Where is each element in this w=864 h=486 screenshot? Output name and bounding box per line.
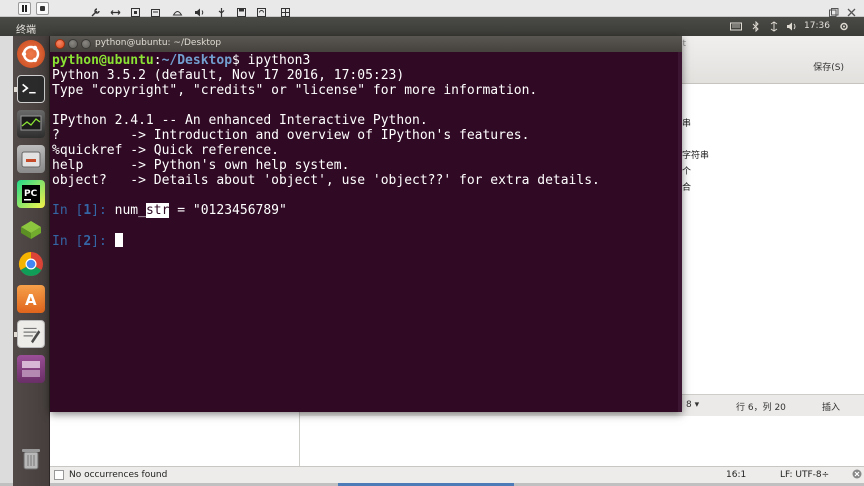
capture-icon[interactable] xyxy=(130,3,141,17)
background-left-pane xyxy=(50,412,300,466)
prompt-user: python@ubuntu xyxy=(52,53,154,68)
installer-icon[interactable] xyxy=(17,215,45,243)
save-button[interactable]: 保存(S) xyxy=(813,60,844,73)
settings-gear-icon[interactable] xyxy=(838,21,850,32)
folder-icon[interactable] xyxy=(150,3,161,17)
pause-button[interactable] xyxy=(18,2,31,15)
editor-line: 串 xyxy=(682,119,692,129)
editor-line: 字符串 xyxy=(682,151,710,161)
ubuntu-dash-icon[interactable] xyxy=(17,40,45,68)
shell-prompt-line: python@ubuntu:~/Desktop$ ipython3 xyxy=(52,53,310,68)
clock[interactable]: 17:36 xyxy=(804,21,830,31)
close-window-button[interactable] xyxy=(55,39,65,49)
terminal-output[interactable]: python@ubuntu:~/Desktop$ ipython3 Python… xyxy=(50,52,682,412)
cursor-position[interactable]: 行 6，列 20 xyxy=(736,400,786,413)
output-line: IPython 2.4.1 -- An enhanced Interactive… xyxy=(52,113,428,128)
ipython-input-2: In [2]: xyxy=(52,233,123,249)
encoding[interactable]: LF: UTF-8÷ xyxy=(780,470,829,480)
text-editor-icon[interactable] xyxy=(14,320,45,348)
output-line: %quickref -> Quick reference. xyxy=(52,143,279,158)
in-prompt-label: In [ xyxy=(52,203,84,218)
bottom-statusbar: No occurrences found 16:1 LF: UTF-8÷ xyxy=(50,466,864,483)
svg-text:PC: PC xyxy=(24,189,38,199)
editor-line: 合 xyxy=(682,183,692,193)
trash-icon[interactable] xyxy=(17,444,45,472)
launcher: PC A xyxy=(13,36,50,486)
terminal-app-icon[interactable] xyxy=(14,75,45,103)
speaker-icon[interactable] xyxy=(194,3,205,17)
close-icon[interactable] xyxy=(852,469,862,479)
selected-text[interactable]: str xyxy=(145,203,170,218)
output-line: Python 3.5.2 (default, Nov 17 2016, 17:0… xyxy=(52,68,405,83)
recorder-toolbar xyxy=(0,0,864,17)
software-center-icon[interactable]: A xyxy=(17,285,45,313)
in-prompt-number: 1 xyxy=(83,203,92,218)
in-prompt-number: 2 xyxy=(83,234,92,249)
screen: 终端 17:36 lt 保存(S) 串 字符串 个 合 8 ▾ 行 6，列 20… xyxy=(0,0,864,486)
save-icon[interactable] xyxy=(236,3,247,17)
terminal-titlebar[interactable]: python@ubuntu: ~/Desktop xyxy=(50,36,682,52)
close-recorder-icon[interactable] xyxy=(846,3,857,17)
top-panel: 终端 17:36 xyxy=(0,17,864,36)
in-prompt-close: ]: xyxy=(91,203,115,218)
network-icon[interactable] xyxy=(768,21,780,32)
prompt-path: ~/Desktop xyxy=(161,53,233,68)
text-cursor[interactable] xyxy=(114,233,123,247)
maximize-window-button[interactable] xyxy=(81,39,91,49)
pycharm-icon[interactable]: PC xyxy=(17,180,45,208)
disk-icon[interactable] xyxy=(172,3,183,16)
usb-icon[interactable] xyxy=(216,3,227,17)
terminal-scrollbar[interactable] xyxy=(678,52,682,412)
search-message: No occurrences found xyxy=(69,470,168,480)
wrench-icon[interactable] xyxy=(90,3,101,17)
prompt-separator: : xyxy=(153,53,162,68)
tab-width-dropdown[interactable]: 8 ▾ xyxy=(686,400,699,410)
code-suffix: = "0123456789" xyxy=(169,203,287,218)
output-line: help -> Python's own help system. xyxy=(52,158,350,173)
terminal-title: python@ubuntu: ~/Desktop xyxy=(95,38,222,48)
insert-mode: 插入 xyxy=(822,403,841,413)
stop-button[interactable] xyxy=(36,2,49,15)
resize-icon[interactable] xyxy=(110,3,121,15)
chrome-icon[interactable] xyxy=(17,250,45,278)
files-icon[interactable] xyxy=(17,145,45,173)
output-line: ? -> Introduction and overview of IPytho… xyxy=(52,128,530,143)
terminal-window[interactable]: python@ubuntu: ~/Desktop python@ubuntu:~… xyxy=(50,36,682,412)
editor-line: 个 xyxy=(682,167,692,177)
svg-text:A: A xyxy=(25,291,37,309)
search-indicator-icon xyxy=(54,470,64,480)
keyboard-icon[interactable] xyxy=(730,21,742,32)
prompt-command: $ ipython3 xyxy=(232,53,311,68)
volume-icon[interactable] xyxy=(786,21,798,32)
restore-window-icon[interactable] xyxy=(828,3,839,17)
grid-icon[interactable] xyxy=(280,3,291,17)
ipython-input-1: In [1]: num_str = "0123456789" xyxy=(52,203,287,218)
workspaces-icon[interactable] xyxy=(17,355,45,383)
system-monitor-icon[interactable] xyxy=(17,110,45,138)
line-column: 16:1 xyxy=(726,470,747,480)
sync-icon[interactable] xyxy=(256,3,267,17)
code-prefix: num_ xyxy=(114,203,146,218)
minimize-window-button[interactable] xyxy=(68,39,78,49)
output-line: object? -> Details about 'object', use '… xyxy=(52,173,600,188)
app-title: 终端 xyxy=(16,25,36,36)
output-line: Type "copyright", "credits" or "license"… xyxy=(52,83,538,98)
in-prompt-close: ]: xyxy=(91,234,115,249)
bluetooth-icon[interactable] xyxy=(750,20,762,33)
in-prompt-label: In [ xyxy=(52,234,84,249)
